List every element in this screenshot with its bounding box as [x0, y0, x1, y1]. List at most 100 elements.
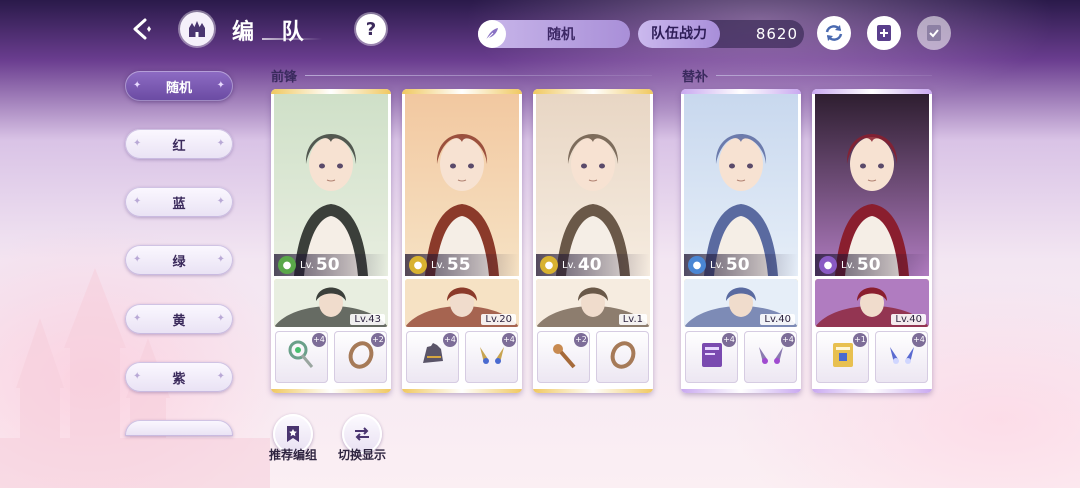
support-character-slot[interactable]: Lv.1: [536, 279, 650, 327]
enhance-badge: +2: [371, 333, 385, 347]
character-level: 50: [315, 255, 340, 275]
sparkle-icon: ✦: [216, 138, 225, 149]
support-character-slot[interactable]: Lv.40: [684, 279, 798, 327]
enhance-badge: +4: [781, 333, 795, 347]
help-button[interactable]: ?: [356, 14, 386, 44]
equipment-slot[interactable]: +4: [744, 331, 797, 383]
section-substitute: 替补: [682, 70, 709, 85]
rarity-strip-bottom: [681, 389, 801, 393]
level-prefix: Lv.: [300, 259, 314, 271]
support-character-level: Lv.20: [481, 314, 516, 325]
sparkle-icon: ✦: [216, 196, 225, 207]
refresh-button[interactable]: [817, 16, 851, 50]
support-character-level: Lv.40: [760, 314, 795, 325]
sparkle-icon: ✦: [133, 196, 142, 207]
level-prefix: Lv.: [710, 259, 724, 271]
filter-label: 绿: [172, 254, 186, 270]
sparkle-icon: ✦: [133, 371, 142, 382]
support-character-slot[interactable]: Lv.20: [405, 279, 519, 327]
character-portrait: [536, 94, 650, 276]
team-power: 队伍战力 8620: [638, 20, 804, 48]
support-character-slot[interactable]: Lv.40: [815, 279, 929, 327]
character-portrait: [815, 94, 929, 276]
level-row: ● Lv. 40: [536, 254, 650, 276]
enhance-badge: +4: [443, 333, 457, 347]
castle-home-icon: [189, 21, 205, 37]
support-character-level: Lv.40: [891, 314, 926, 325]
element-yellow-icon: ●: [409, 256, 427, 274]
filter-label: 蓝: [172, 196, 186, 212]
filter-yellow[interactable]: ✦ 黄 ✦: [125, 304, 233, 334]
enhance-badge: +4: [502, 333, 516, 347]
back-button[interactable]: [125, 12, 159, 46]
character-portrait: [274, 94, 388, 276]
switch-display-label: 切换显示: [337, 448, 386, 462]
mode-selector[interactable]: 随机: [478, 20, 630, 48]
filter-more[interactable]: [125, 420, 233, 436]
section-front: 前锋: [271, 70, 298, 85]
title-underline: [262, 38, 322, 40]
character-card[interactable]: ● Lv. 40 Lv.1 +2: [533, 89, 653, 393]
equipment-slot[interactable]: +2: [334, 331, 387, 383]
filter-label: 紫: [172, 371, 186, 387]
enhance-badge: +4: [722, 333, 736, 347]
top-bar: 编 队 ? 随机 队伍战力 8620: [0, 0, 1080, 60]
enhance-badge: +4: [312, 333, 326, 347]
character-card[interactable]: ● Lv. 50 Lv.40 +4 +4: [681, 89, 801, 393]
filter-blue[interactable]: ✦ 蓝 ✦: [125, 187, 233, 217]
level-prefix: Lv.: [431, 259, 445, 271]
sparkle-icon: ✦: [216, 254, 225, 265]
add-document-icon: [877, 25, 891, 41]
sparkle-icon: ✦: [216, 313, 225, 324]
sparkle-icon: ✦: [133, 313, 142, 324]
support-character-slot[interactable]: Lv.43: [274, 279, 388, 327]
equipment-slot[interactable]: +4: [685, 331, 738, 383]
back-arrow-icon: [133, 18, 151, 40]
sparkle-icon: ✦: [216, 371, 225, 382]
character-card[interactable]: ● Lv. 50 Lv.40 +1 +4: [812, 89, 932, 393]
team-power-label: 队伍战力: [638, 20, 720, 48]
equipment-slot[interactable]: +4: [465, 331, 518, 383]
character-level: 50: [725, 255, 750, 275]
filter-red[interactable]: ✦ 红 ✦: [125, 129, 233, 159]
support-character-level: Lv.43: [350, 314, 385, 325]
level-prefix: Lv.: [841, 259, 855, 271]
sparkle-icon: ✦: [133, 80, 142, 91]
page-title: 编 队: [232, 20, 314, 45]
level-row: ● Lv. 50: [274, 254, 388, 276]
mode-label: 随机: [547, 27, 575, 43]
filter-label: 黄: [172, 313, 186, 329]
character-card[interactable]: ● Lv. 50 Lv.43 +4 +2: [271, 89, 391, 393]
checklist-button[interactable]: [917, 16, 951, 50]
home-button[interactable]: [180, 12, 214, 46]
bronze-ring-icon: [605, 337, 641, 377]
filter-purple[interactable]: ✦ 紫 ✦: [125, 362, 233, 392]
equipment-slot[interactable]: +4: [875, 331, 928, 383]
character-level: 40: [577, 255, 602, 275]
character-card[interactable]: ● Lv. 55 Lv.20 +4 +4: [402, 89, 522, 393]
support-character-level: Lv.1: [618, 314, 647, 325]
filter-random[interactable]: ✦ 随机 ✦: [125, 71, 233, 101]
refresh-icon: [825, 25, 843, 41]
rarity-strip-bottom: [271, 389, 391, 393]
filter-label: 红: [172, 138, 186, 154]
team-power-value: 8620: [755, 25, 798, 43]
section-front-divider: [305, 75, 652, 76]
feather-icon: [478, 20, 506, 48]
element-green-icon: ●: [278, 256, 296, 274]
enhance-badge: +1: [853, 333, 867, 347]
filter-green[interactable]: ✦ 绿 ✦: [125, 245, 233, 275]
sparkle-icon: ✦: [216, 80, 225, 91]
equipment-slot[interactable]: +2: [537, 331, 590, 383]
add-team-button[interactable]: [867, 16, 901, 50]
equipment-slot[interactable]: +4: [275, 331, 328, 383]
equipment-slot[interactable]: [596, 331, 649, 383]
equipment-slot[interactable]: +4: [406, 331, 459, 383]
equipment-slot[interactable]: +1: [816, 331, 869, 383]
rarity-strip-bottom: [533, 389, 653, 393]
level-row: ● Lv. 50: [684, 254, 798, 276]
sparkle-icon: ✦: [133, 254, 142, 265]
bookmark-star-icon: [287, 426, 299, 442]
level-row: ● Lv. 50: [815, 254, 929, 276]
element-purple-icon: ●: [819, 256, 837, 274]
